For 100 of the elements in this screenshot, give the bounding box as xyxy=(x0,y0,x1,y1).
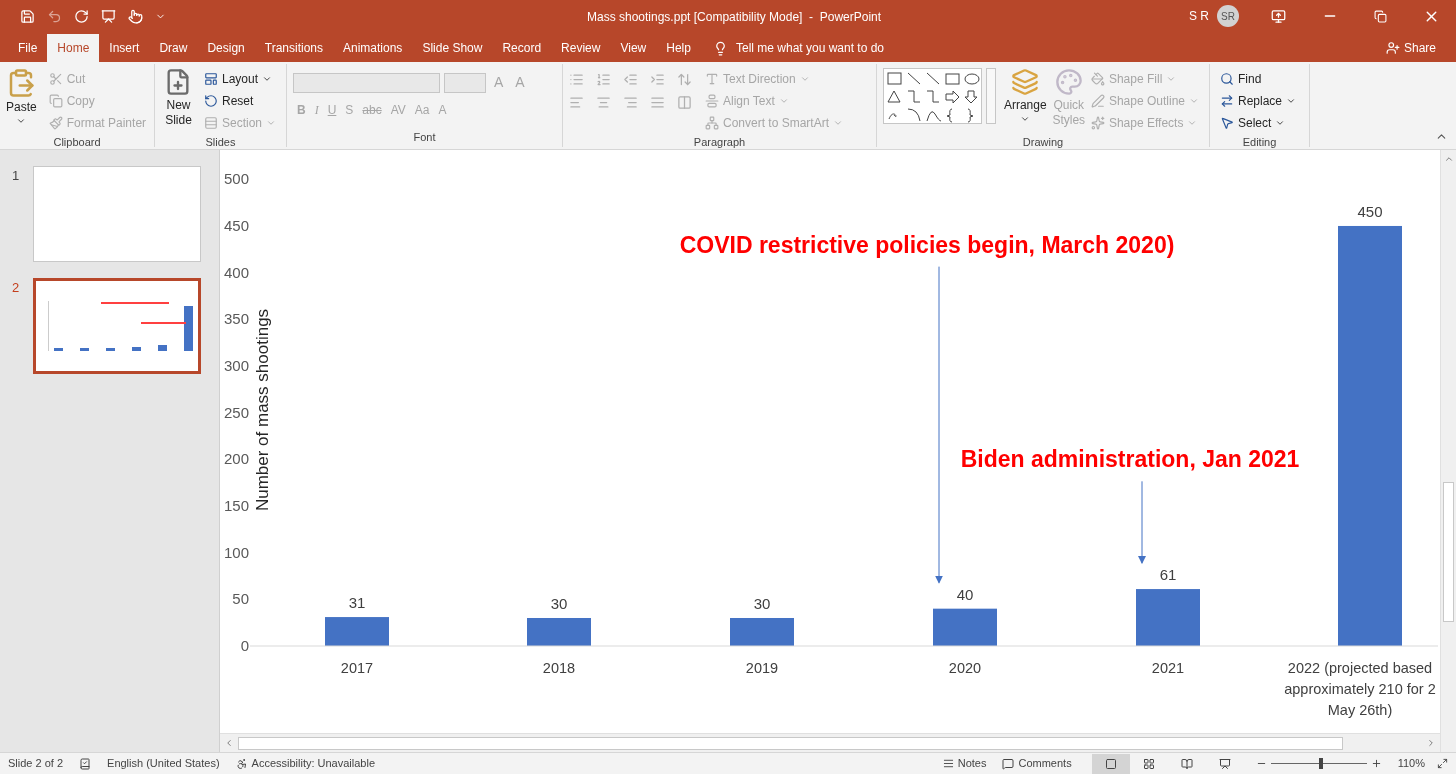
scroll-up-icon[interactable] xyxy=(1443,154,1454,164)
data-label: 61 xyxy=(1159,566,1177,584)
ribbon-button[interactable]: Find xyxy=(1216,68,1301,90)
align-left-icon[interactable] xyxy=(569,95,584,110)
ribbon-item-icon xyxy=(48,116,63,130)
ribbon-tab[interactable]: Help xyxy=(656,34,701,62)
scrollbar-thumb[interactable] xyxy=(238,736,1343,750)
axis-tick-label: 450 xyxy=(223,216,249,234)
group-label: Editing xyxy=(1241,135,1278,150)
ribbon-tab[interactable]: Insert xyxy=(99,34,150,62)
ribbon-display-icon[interactable] xyxy=(1271,8,1286,24)
ribbon-button[interactable]: Reset xyxy=(199,90,280,112)
align-right-icon[interactable] xyxy=(623,95,638,110)
comment-icon xyxy=(1002,757,1015,770)
ribbon-button[interactable]: Replace xyxy=(1216,90,1301,112)
zoom-in-icon[interactable] xyxy=(1370,758,1382,769)
ribbon-tab[interactable]: Transitions xyxy=(254,34,333,62)
category-label: 2019 xyxy=(745,660,779,676)
ribbon-tab[interactable]: Review xyxy=(551,34,611,62)
slide-thumbnail[interactable] xyxy=(33,166,201,262)
paste-button[interactable]: Paste xyxy=(6,68,37,126)
ribbon-tab[interactable]: Animations xyxy=(333,34,413,62)
notes-button[interactable]: Notes xyxy=(942,755,987,772)
caret-icon xyxy=(1187,118,1198,128)
caret-icon xyxy=(778,96,789,106)
tell-me-field[interactable]: Tell me what you want to do xyxy=(735,39,936,57)
annotation-text: COVID restrictive policies begin, March 2020) xyxy=(679,231,1175,258)
group-label: Clipboard xyxy=(52,135,102,150)
scroll-right-icon[interactable] xyxy=(1426,738,1436,748)
ribbon-tab[interactable]: File xyxy=(8,34,48,62)
share-button[interactable]: Share xyxy=(1385,34,1436,62)
view-icon xyxy=(1180,757,1193,770)
accessibility-status[interactable]: Accessibility: Unavailable xyxy=(251,755,376,772)
axis-tick-label: 150 xyxy=(223,497,249,514)
category-label: 2022 (projected based approximately 210 for 2 May 26th) xyxy=(1284,660,1436,718)
decrease-indent-icon[interactable] xyxy=(623,72,638,87)
window-title: Mass shootings.ppt [Compatibility Mode] - PowerPoint xyxy=(587,9,882,26)
zoom-level[interactable]: 110% xyxy=(1397,755,1425,772)
category-label: 2018 xyxy=(542,660,576,676)
line-spacing-icon[interactable] xyxy=(677,72,692,87)
columns-icon[interactable] xyxy=(677,95,692,110)
redo-icon[interactable] xyxy=(74,8,89,24)
font-name-field[interactable] xyxy=(293,72,440,93)
scroll-left-icon[interactable] xyxy=(224,738,234,748)
ribbon-tab[interactable]: Home xyxy=(47,34,100,62)
ribbon-tab[interactable]: View xyxy=(610,34,657,62)
numbering-icon[interactable] xyxy=(596,72,611,87)
scrollbar-thumb[interactable] xyxy=(1443,482,1454,622)
view-icon xyxy=(1104,757,1117,770)
slide-thumbnail[interactable] xyxy=(33,278,201,374)
caret-icon xyxy=(16,116,27,126)
group-label: Slides xyxy=(204,135,237,150)
group-label: Paragraph xyxy=(692,135,747,150)
spelling-icon[interactable] xyxy=(79,757,92,770)
save-icon[interactable] xyxy=(20,8,35,24)
ribbon-tab[interactable]: Draw xyxy=(149,34,198,62)
ribbon-button[interactable]: Select xyxy=(1216,112,1301,134)
ribbon-item-icon xyxy=(203,116,218,130)
shapes-gallery-drawing[interactable] xyxy=(883,68,983,124)
restore-icon[interactable] xyxy=(1374,9,1387,23)
ribbon-item-icon xyxy=(203,72,218,86)
data-label: 450 xyxy=(1357,202,1383,220)
presentation-icon[interactable] xyxy=(101,8,116,24)
comments-button[interactable]: Comments xyxy=(1002,755,1072,772)
ribbon-tab[interactable]: Slide Show xyxy=(412,34,493,62)
user-avatar[interactable]: SR xyxy=(1217,5,1239,27)
slide-number: 1 xyxy=(11,167,21,185)
ribbon-item-icon xyxy=(705,116,719,130)
ribbon-item-icon xyxy=(48,72,63,86)
caret-icon xyxy=(1189,96,1199,106)
caret-icon xyxy=(1020,114,1031,124)
slide-counter: Slide 2 of 2 xyxy=(8,756,64,772)
ribbon-button[interactable]: Layout xyxy=(199,68,280,90)
increase-indent-icon[interactable] xyxy=(650,72,665,87)
caret-icon xyxy=(799,74,810,84)
group-label: Font xyxy=(412,129,437,145)
align-center-icon[interactable] xyxy=(596,95,611,110)
ribbon-item-icon xyxy=(1220,94,1234,108)
data-label: 31 xyxy=(348,594,366,612)
ribbon-tab[interactable]: Record xyxy=(492,34,552,62)
ribbon-item-icon xyxy=(705,94,719,108)
fit-slide-icon[interactable] xyxy=(1437,758,1448,769)
new-slide-button[interactable]: New Slide xyxy=(161,68,196,128)
font-size-field[interactable] xyxy=(444,72,486,93)
axis-tick-label: 350 xyxy=(223,310,249,328)
caret-icon xyxy=(266,118,276,128)
ribbon-item-icon xyxy=(1220,72,1234,86)
language-label[interactable]: English (United States) xyxy=(107,755,220,772)
justify-icon[interactable] xyxy=(650,95,665,110)
annotation-text: Biden administration, Jan 2021 xyxy=(960,446,1300,473)
caret-icon xyxy=(1166,74,1177,84)
category-label: 2017 xyxy=(340,660,374,676)
zoom-slider-thumb[interactable] xyxy=(1318,758,1323,769)
arrange-button[interactable]: Arrange xyxy=(1003,68,1047,124)
touch-icon[interactable] xyxy=(128,8,143,24)
bullets-icon[interactable] xyxy=(569,72,584,87)
view-button[interactable] xyxy=(1091,753,1130,774)
caret-icon xyxy=(262,74,272,84)
ribbon-tab[interactable]: Design xyxy=(197,34,255,62)
axis-tick-label: 400 xyxy=(223,263,249,281)
